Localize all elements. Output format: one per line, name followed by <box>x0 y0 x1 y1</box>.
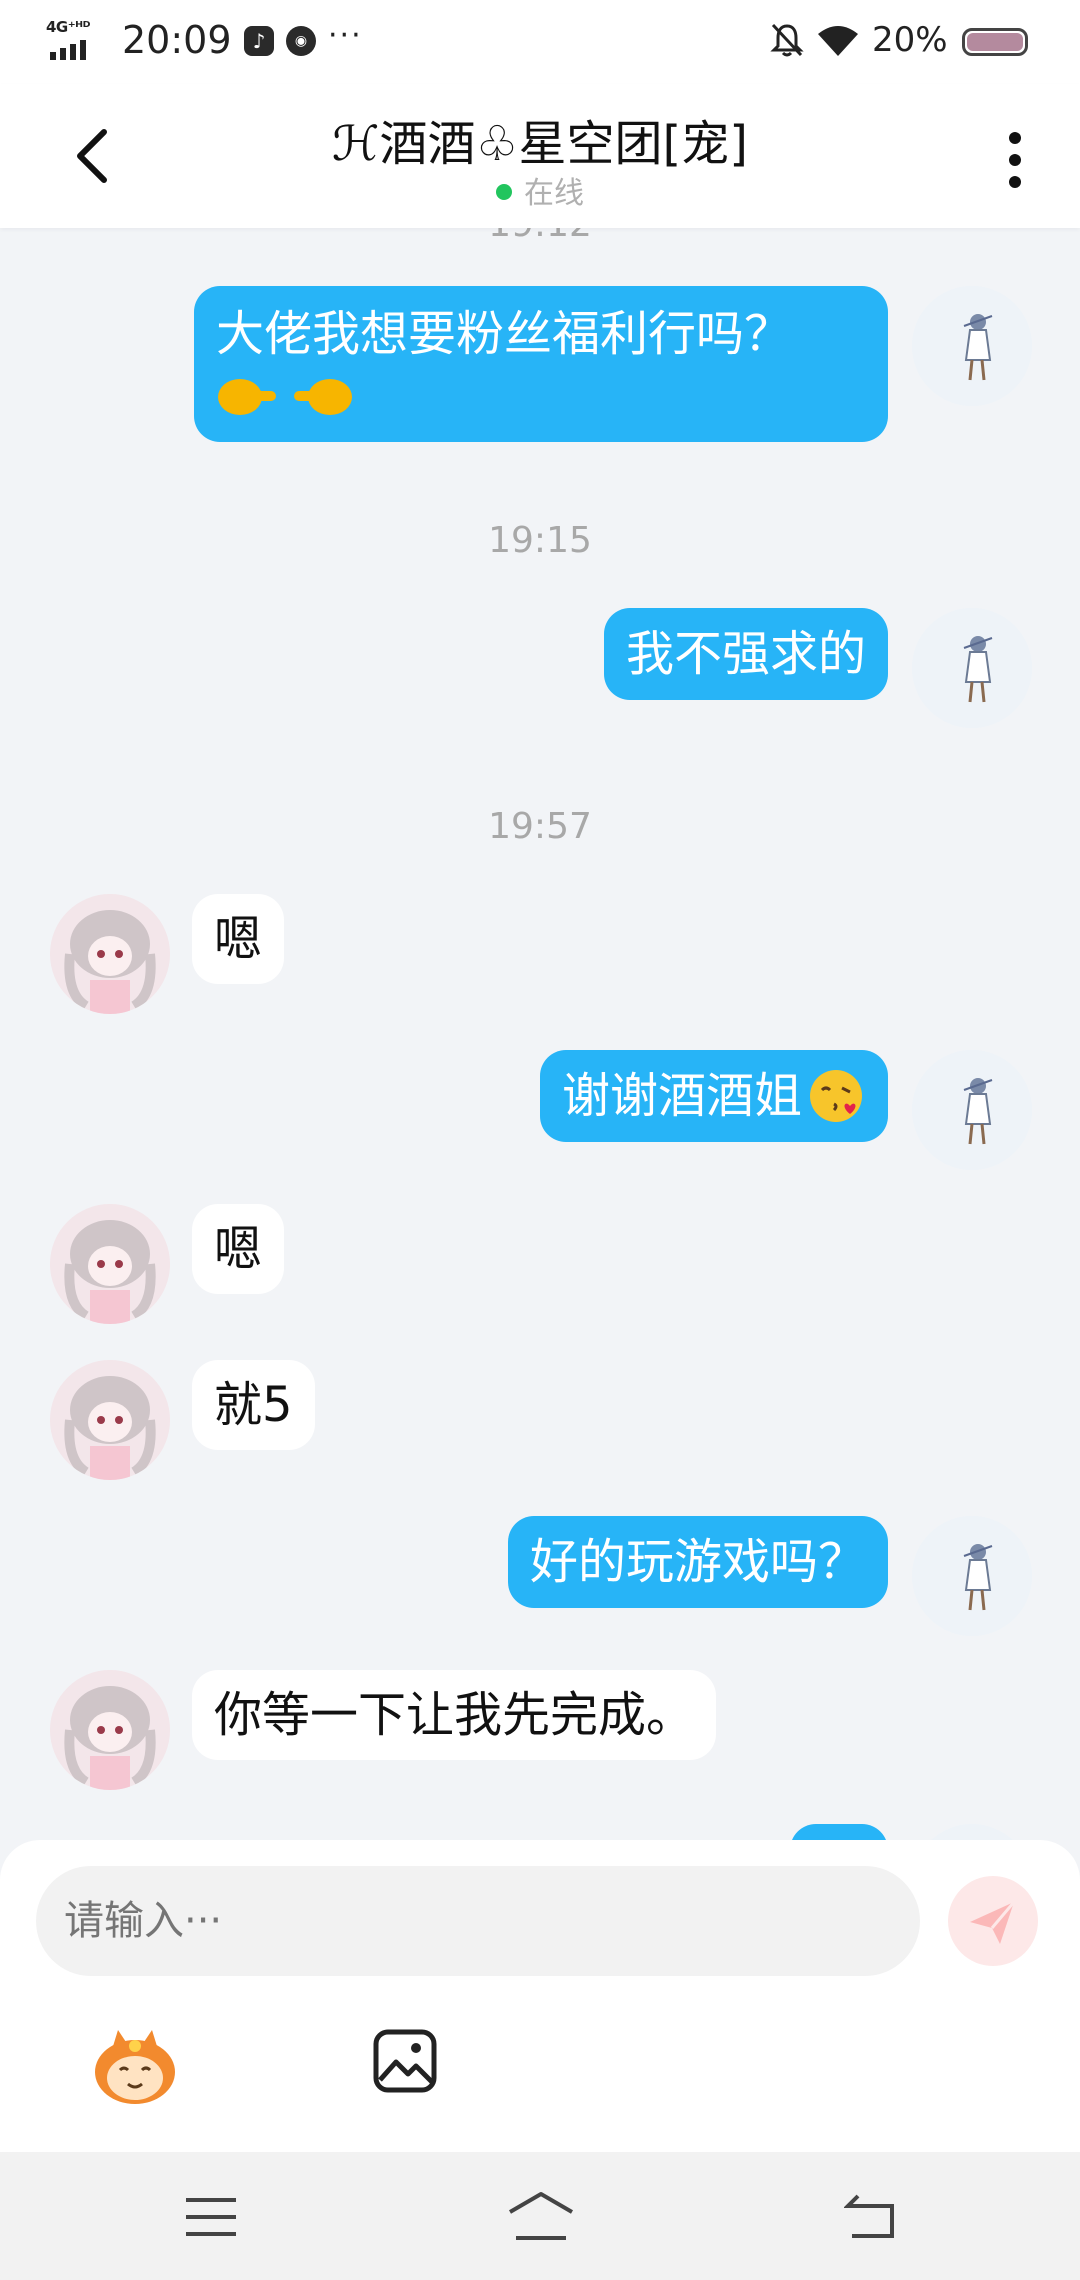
pointing-hands-emoji <box>216 364 866 424</box>
online-dot <box>496 184 512 200</box>
my-avatar[interactable] <box>912 608 1032 728</box>
my-avatar[interactable] <box>912 1516 1032 1636</box>
chat-message-list[interactable]: 19:12 大佬我想要粉丝福利行吗？ 19:15 我不强求的 <box>0 228 1080 1840</box>
chat-header: ℋ酒酒♧星空团[宠] 在线 <box>0 84 1080 228</box>
message-bubble-received[interactable]: 就5 <box>192 1360 315 1450</box>
message-text: 我不强求的 <box>625 626 866 682</box>
my-avatar[interactable] <box>912 286 1032 406</box>
message-text: 嗯 <box>214 1221 263 1277</box>
contact-avatar-image <box>50 1360 170 1480</box>
message-bubble-received[interactable]: 嗯 <box>192 894 285 984</box>
more-vertical-icon[interactable] <box>1000 128 1030 192</box>
battery-percent: 20% <box>872 20 948 60</box>
my-avatar-image <box>912 286 1032 406</box>
image-icon <box>373 2029 437 2093</box>
message-bubble-sent[interactable]: 谢谢酒酒姐 <box>539 1050 888 1142</box>
message-bubble-received[interactable]: 嗯 <box>192 1204 285 1294</box>
more-notifications: ··· <box>328 18 363 53</box>
message-text: 好的玩游戏吗？ <box>529 1534 866 1590</box>
wifi-icon <box>818 26 858 56</box>
message-bubble-sent[interactable]: 大佬我想要粉丝福利行吗？ <box>194 286 888 442</box>
contact-avatar[interactable] <box>50 1670 170 1790</box>
message-text: 你等一下让我先完成。 <box>214 1687 695 1743</box>
message-text: 谢谢酒酒姐 <box>561 1068 802 1124</box>
message-bubble-sent-partial[interactable] <box>790 1824 888 1840</box>
contact-avatar-image <box>50 894 170 1014</box>
my-avatar-image <box>912 1516 1032 1636</box>
timestamp: 19:12 <box>0 228 1080 245</box>
mascot-emoji-button[interactable] <box>90 2020 180 2110</box>
kissing-face-emoji <box>810 1070 862 1122</box>
timestamp: 19:57 <box>488 806 592 847</box>
battery-icon <box>962 28 1028 56</box>
voice-notification-icon: ◉ <box>286 26 316 56</box>
signal-bars-icon <box>50 40 86 60</box>
my-avatar-image <box>912 1050 1032 1170</box>
online-status: 在线 <box>0 168 1080 212</box>
message-bubble-received[interactable]: 你等一下让我先完成。 <box>192 1670 717 1760</box>
message-text: 嗯 <box>214 911 263 967</box>
contact-avatar[interactable] <box>50 894 170 1014</box>
status-bar: 4G⁺ᴴᴰ 20:09 ♪ ◉ ··· 20% <box>0 0 1080 84</box>
mascot-emoji-icon <box>95 2030 175 2104</box>
contact-avatar-image <box>50 1670 170 1790</box>
mute-bell-icon <box>770 23 804 57</box>
paper-plane-icon <box>970 1901 1016 1944</box>
home-icon[interactable] <box>506 2190 576 2242</box>
send-button[interactable] <box>948 1876 1038 1966</box>
composer-panel <box>0 1840 1080 2152</box>
my-avatar-partial <box>912 1824 1032 1840</box>
status-time: 20:09 <box>122 18 232 62</box>
contact-name: ℋ酒酒♧星空团[宠] <box>332 116 748 172</box>
contact-avatar-image <box>50 1204 170 1324</box>
system-nav-bar <box>0 2152 1080 2280</box>
online-status-label: 在线 <box>524 176 584 211</box>
contact-avatar[interactable] <box>50 1204 170 1324</box>
my-avatar-image <box>912 608 1032 728</box>
timestamp: 19:15 <box>488 520 592 561</box>
image-picker-button[interactable] <box>372 2028 438 2094</box>
message-bubble-sent[interactable]: 好的玩游戏吗？ <box>507 1516 888 1608</box>
tiktok-notification-icon: ♪ <box>244 26 274 56</box>
message-bubble-sent[interactable]: 我不强求的 <box>603 608 888 700</box>
message-input[interactable] <box>36 1866 920 1976</box>
recent-apps-icon[interactable] <box>184 2196 238 2238</box>
network-indicator: 4G⁺ᴴᴰ <box>46 18 106 64</box>
back-nav-icon[interactable] <box>844 2192 896 2240</box>
my-avatar[interactable] <box>912 1050 1032 1170</box>
network-label: 4G⁺ᴴᴰ <box>46 18 90 36</box>
message-text: 就5 <box>214 1377 293 1433</box>
contact-avatar[interactable] <box>50 1360 170 1480</box>
message-text: 大佬我想要粉丝福利行吗？ <box>216 306 793 362</box>
